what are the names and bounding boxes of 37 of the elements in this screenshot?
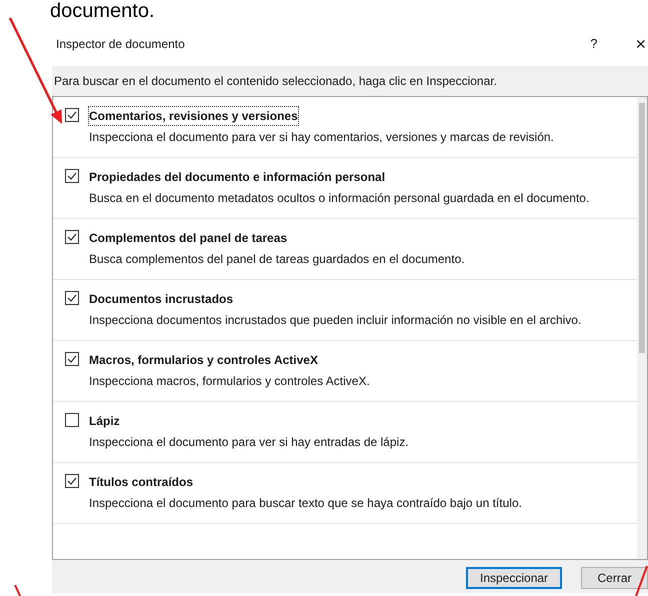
check-icon [67,294,77,302]
option-description: Inspecciona el documento para ver si hay comentarios, versiones y marcas de revisión. [89,130,554,145]
annotation-line [14,585,22,596]
option-title: Títulos contraídos [89,474,194,491]
option-description: Busca complementos del panel de tareas guardados en el documento. [89,252,465,267]
checkbox[interactable] [65,413,79,427]
option-description: Inspecciona macros, formularios y controles ActiveX. [89,374,370,389]
option-description: Inspecciona documentos incrustados que pueden incluir información no visible en el archivo. [89,313,582,328]
checkbox[interactable] [65,108,79,122]
check-icon [67,111,77,119]
checkbox[interactable] [65,352,79,366]
scrollbar[interactable] [637,97,647,559]
option-description: Inspecciona el documento para ver si hay entradas de lápiz. [89,435,409,450]
close-button[interactable]: × [635,35,646,53]
checkbox[interactable] [65,230,79,244]
check-icon [67,233,77,241]
option-title: Lápiz [89,413,120,430]
checkbox[interactable] [65,169,79,183]
option-title: Comentarios, revisiones y versiones [89,107,298,125]
option-description: Inspecciona el documento para buscar texto que se haya contraído bajo un título. [89,496,522,511]
option-title: Propiedades del documento e información personal [89,169,386,186]
option-title: Documentos incrustados [89,291,234,308]
window-title: Inspector de documento [56,36,185,53]
checkbox[interactable] [65,474,79,488]
instructions-text: Para buscar en el documento el contenido seleccionado, haga clic en Inspeccionar. [54,73,497,90]
option-title: Macros, formularios y controles ActiveX [89,352,318,369]
check-icon [67,355,77,363]
dialog-button[interactable]: Inspeccionar [466,567,562,589]
dialog-button[interactable]: Cerrar [581,567,648,589]
option-title: Complementos del panel de tareas [89,230,288,247]
help-button[interactable]: ? [590,34,598,54]
option-description: Busca en el documento metadatos ocultos o información personal guardada en el documento. [89,191,590,206]
check-icon [67,172,77,180]
check-icon [67,477,77,485]
checkbox[interactable] [65,291,79,305]
slide-caption: documento. [50,0,156,22]
annotation-line [634,566,648,596]
